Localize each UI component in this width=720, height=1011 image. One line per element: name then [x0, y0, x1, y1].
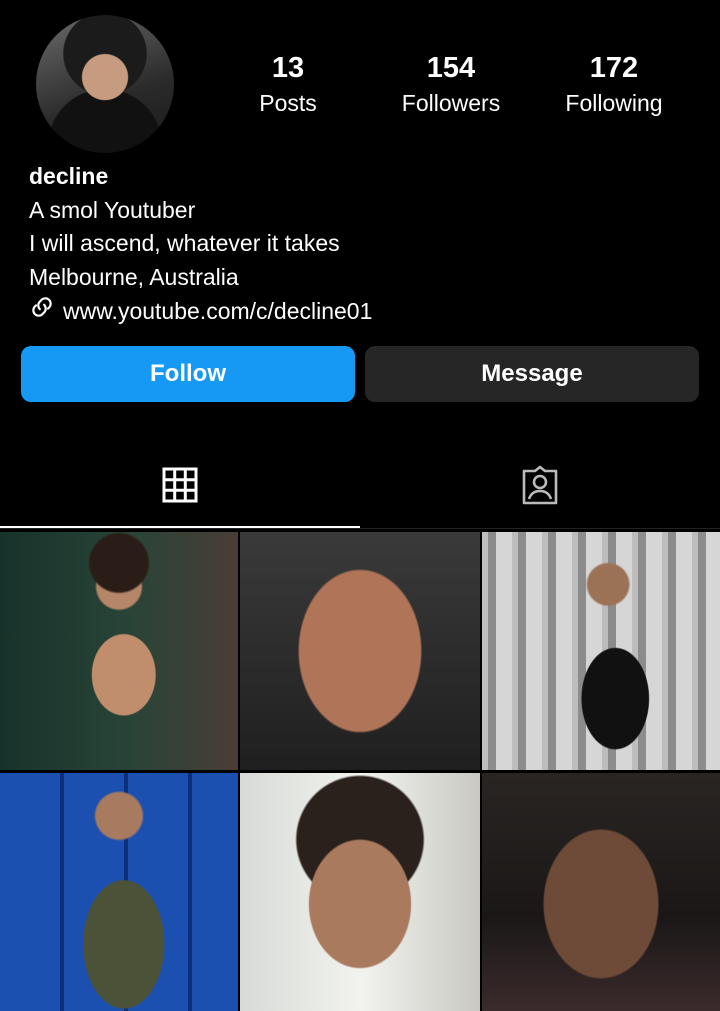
link-icon — [29, 294, 55, 330]
message-button[interactable]: Message — [365, 346, 699, 402]
profile-link[interactable]: www.youtube.com/c/decline01 — [29, 294, 372, 330]
post-photo[interactable] — [482, 773, 720, 1011]
bio-line: A smol Youtuber — [29, 196, 196, 223]
follow-button[interactable]: Follow — [21, 346, 355, 402]
posts-count: 13 — [271, 52, 305, 84]
grid-icon — [162, 467, 198, 508]
following-label: Following — [565, 90, 663, 116]
stat-followers[interactable]: 154 Followers — [381, 50, 521, 120]
post-photo[interactable] — [482, 532, 720, 770]
following-count: 172 — [589, 52, 639, 84]
post-photo[interactable] — [0, 773, 238, 1011]
profile-bio: decline A smol Youtuber I will ascend, w… — [29, 160, 372, 330]
tagged-person-icon — [520, 465, 560, 510]
tab-posts-grid[interactable] — [0, 445, 360, 529]
followers-label: Followers — [401, 90, 501, 116]
stat-posts[interactable]: 13 Posts — [218, 50, 358, 120]
stat-following[interactable]: 172 Following — [544, 50, 684, 120]
posts-grid — [0, 532, 720, 1011]
tab-divider — [0, 528, 720, 529]
profile-link-text[interactable]: www.youtube.com/c/decline01 — [63, 295, 372, 329]
profile-avatar[interactable] — [36, 15, 174, 153]
bio-line: Melbourne, Australia — [29, 263, 239, 290]
post-photo[interactable] — [240, 773, 480, 1011]
posts-label: Posts — [259, 90, 317, 116]
post-photo[interactable] — [240, 532, 480, 770]
post-photo[interactable] — [0, 532, 238, 770]
bio-line: I will ascend, whatever it takes — [29, 230, 340, 256]
profile-username: decline — [29, 163, 109, 189]
followers-count: 154 — [426, 52, 476, 84]
tab-tagged[interactable] — [360, 445, 720, 529]
